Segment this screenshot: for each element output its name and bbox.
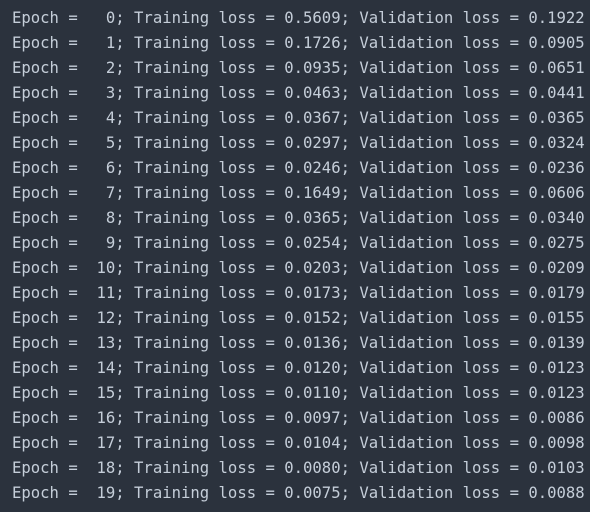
log-line: Epoch = 5; Training loss = 0.0297; Valid… <box>12 134 585 152</box>
log-line: Epoch = 1; Training loss = 0.1726; Valid… <box>12 34 585 52</box>
log-line: Epoch = 2; Training loss = 0.0935; Valid… <box>12 59 585 77</box>
log-line: Epoch = 3; Training loss = 0.0463; Valid… <box>12 84 585 102</box>
log-line: Epoch = 11; Training loss = 0.0173; Vali… <box>12 284 585 302</box>
log-line: Epoch = 7; Training loss = 0.1649; Valid… <box>12 184 585 202</box>
log-line: Epoch = 4; Training loss = 0.0367; Valid… <box>12 109 585 127</box>
log-line: Epoch = 13; Training loss = 0.0136; Vali… <box>12 334 585 352</box>
log-line: Epoch = 15; Training loss = 0.0110; Vali… <box>12 384 585 402</box>
log-line: Epoch = 14; Training loss = 0.0120; Vali… <box>12 359 585 377</box>
log-line: Epoch = 18; Training loss = 0.0080; Vali… <box>12 459 585 477</box>
log-line: Epoch = 6; Training loss = 0.0246; Valid… <box>12 159 585 177</box>
log-line: Epoch = 12; Training loss = 0.0152; Vali… <box>12 309 585 327</box>
log-line: Epoch = 9; Training loss = 0.0254; Valid… <box>12 234 585 252</box>
log-line: Epoch = 10; Training loss = 0.0203; Vali… <box>12 259 585 277</box>
log-line: Epoch = 19; Training loss = 0.0075; Vali… <box>12 484 585 502</box>
log-line: Epoch = 0; Training loss = 0.5609; Valid… <box>12 9 585 27</box>
console-output: Epoch = 0; Training loss = 0.5609; Valid… <box>0 0 590 512</box>
log-line: Epoch = 17; Training loss = 0.0104; Vali… <box>12 434 585 452</box>
log-line: Epoch = 8; Training loss = 0.0365; Valid… <box>12 209 585 227</box>
log-line: Epoch = 16; Training loss = 0.0097; Vali… <box>12 409 585 427</box>
